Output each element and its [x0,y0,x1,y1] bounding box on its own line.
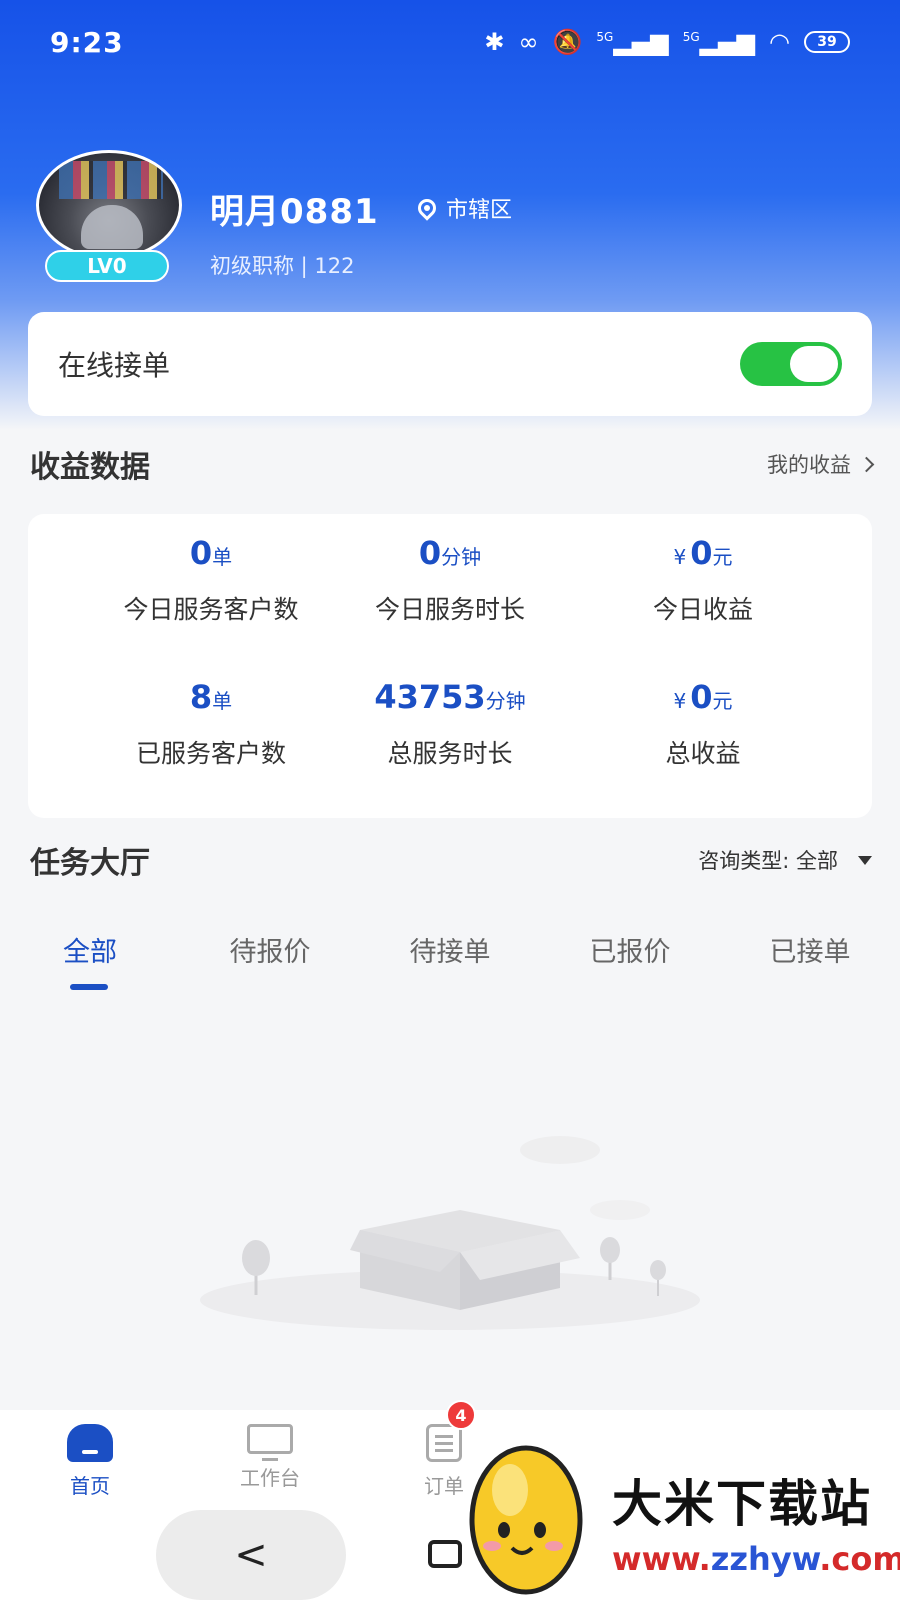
home-gesture-button[interactable] [428,1540,462,1568]
back-gesture-button[interactable]: < [156,1510,346,1600]
stat-total-earnings: ¥0元 总收益 [665,678,741,768]
online-order-toggle[interactable] [740,342,842,386]
empty-state-illustration [200,1136,700,1330]
signal-icon: 5G▂▄▆ [682,28,756,56]
task-hall-header: 任务大厅 咨询类型: 全部 [30,838,872,882]
wifi-icon: ◠ [769,28,790,56]
tab-quoted[interactable]: 已报价 [540,930,720,969]
tab-accepted[interactable]: 已接单 [720,930,900,969]
location-text: 市辖区 [446,198,513,223]
battery-icon: 39 [804,31,850,53]
link-icon: ∞ [518,28,539,56]
online-order-label: 在线接单 [58,349,171,382]
earnings-title: 收益数据 [30,450,150,485]
watermark-name: 大米下载站 [612,1475,872,1533]
location-pin-icon [414,195,440,221]
nav-workbench[interactable]: 工作台 [220,1424,320,1491]
mascot-egg-icon [469,1445,583,1595]
title-and-id: 初级职称 | 122 [210,254,355,278]
active-tab-indicator [70,984,108,990]
watermark: 大米下载站 www.zzhyw.com [462,1428,900,1600]
stat-total-duration: 43753分钟 总服务时长 [374,678,526,768]
mute-icon: 🔕 [552,28,583,56]
consult-type-filter[interactable]: 咨询类型: 全部 [698,845,872,875]
user-name: 明月0881 [210,192,379,232]
tab-pending-quote[interactable]: 待报价 [180,930,360,969]
task-hall-title: 任务大厅 [30,846,150,881]
stat-today-duration: 0分钟 今日服务时长 [374,534,525,624]
earnings-header: 收益数据 我的收益 [30,442,875,486]
signal-icon: 5G▂▄▆ [596,28,669,56]
my-earnings-link[interactable]: 我的收益 [767,449,875,479]
watermark-url: www.zzhyw.com [612,1540,900,1578]
order-count-badge: 4 [446,1400,476,1430]
status-icons: ✱ ∞ 🔕 5G▂▄▆ 5G▂▄▆ ◠ 39 [484,28,850,56]
task-tabs: 全部 待报价 待接单 已报价 已接单 [0,930,900,990]
stat-today-customers: 0单 今日服务客户数 [123,534,299,624]
location: 市辖区 [414,192,513,224]
monitor-icon [247,1424,293,1461]
level-badge: LV0 [45,250,169,282]
status-time: 9:23 [50,25,124,59]
stat-served-customers: 8单 已服务客户数 [135,678,286,768]
caret-down-icon [858,855,872,865]
chevron-right-icon [858,456,875,472]
earnings-stats-card: 0单 今日服务客户数 0分钟 今日服务时长 ¥0元 今日收益 8单 已服务客户数… [28,514,872,818]
order-list-icon [426,1424,462,1462]
profile-header: LV0 明月0881 市辖区 初级职称 | 122 [36,150,866,290]
stat-today-earnings: ¥0元 今日收益 [652,534,753,624]
bluetooth-icon: ✱ [484,28,505,56]
nav-home[interactable]: 首页 [40,1424,140,1499]
tab-pending-accept[interactable]: 待接单 [360,930,540,969]
online-order-card: 在线接单 [28,312,872,416]
status-bar: 9:23 ✱ ∞ 🔕 5G▂▄▆ 5G▂▄▆ ◠ 39 [0,0,900,84]
tab-all[interactable]: 全部 [0,930,180,969]
avatar[interactable] [36,150,182,260]
home-icon [67,1424,113,1462]
